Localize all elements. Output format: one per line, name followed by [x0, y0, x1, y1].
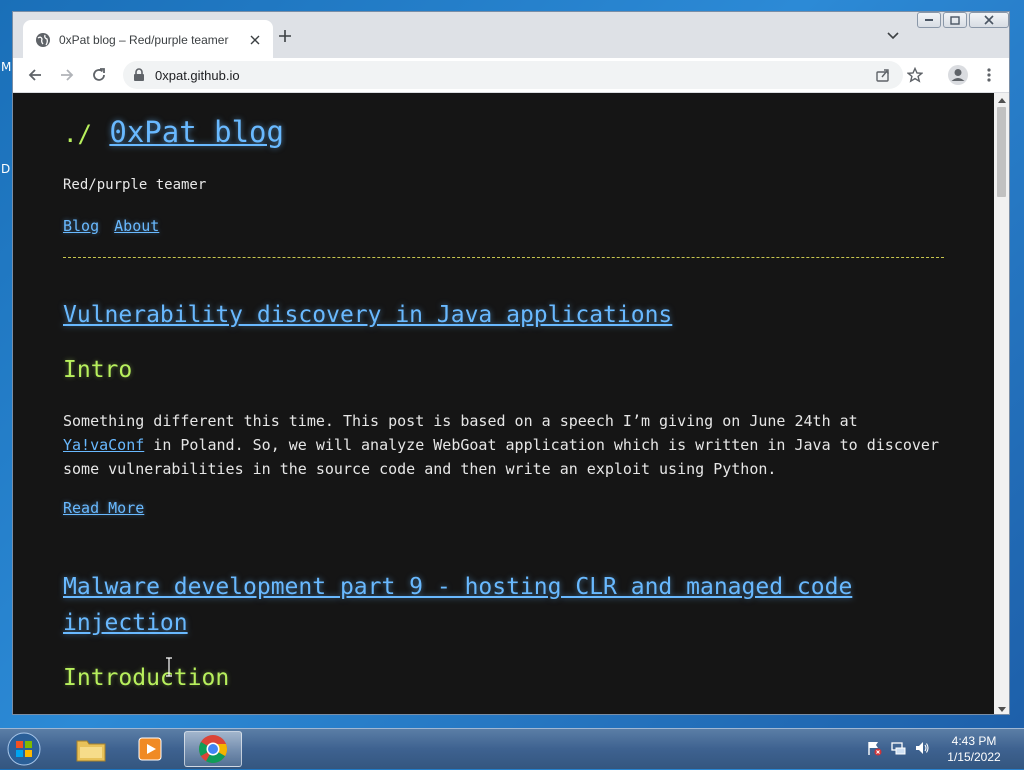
close-window-icon[interactable] [969, 12, 1009, 28]
system-clock[interactable]: 4:43 PM 1/15/2022 [936, 733, 1012, 765]
file-explorer-icon[interactable] [62, 731, 120, 767]
excerpt-text: in Poland. So, we will analyze WebGoat a… [63, 436, 939, 478]
share-icon[interactable] [875, 67, 891, 83]
post-heading: Introduction [63, 665, 230, 691]
scroll-down-arrow-icon[interactable] [994, 702, 1009, 714]
address-bar[interactable]: 0xpat.github.io [123, 61, 903, 89]
volume-icon[interactable] [914, 740, 930, 756]
page-viewport: ./ 0xPat blog Red/purple teamer Blog Abo… [13, 93, 994, 714]
taskbar: 4:43 PM 1/15/2022 [0, 728, 1024, 769]
network-icon[interactable] [890, 740, 906, 756]
maximize-icon[interactable] [943, 12, 967, 28]
clock-time: 4:43 PM [951, 734, 997, 748]
action-center-flag-icon[interactable] [866, 740, 882, 756]
reload-icon[interactable] [91, 67, 107, 83]
forward-arrow-icon[interactable] [59, 67, 75, 83]
chevron-down-icon[interactable] [885, 28, 901, 44]
lock-icon[interactable] [133, 68, 145, 82]
globe-icon [35, 32, 51, 48]
window-controls [915, 12, 1009, 28]
post-excerpt: Something different this time. This post… [63, 409, 944, 481]
bookmark-star-icon[interactable] [907, 67, 923, 83]
scroll-up-arrow-icon[interactable] [994, 93, 1009, 107]
media-player-icon[interactable] [122, 731, 180, 767]
site-header: ./ 0xPat blog [63, 115, 284, 149]
site-title-link[interactable]: 0xPat blog [109, 115, 284, 149]
chrome-taskbar-icon[interactable] [184, 731, 242, 767]
desktop-icon-label: D [1, 162, 11, 176]
site-nav: Blog About [63, 217, 165, 235]
post-heading: Intro [63, 357, 133, 383]
back-arrow-icon[interactable] [27, 67, 43, 83]
browser-window: 0xPat blog – Red/purple teamer 0xpat.git… [12, 11, 1010, 715]
tab-title: 0xPat blog – Red/purple teamer [59, 33, 229, 47]
clock-date: 1/15/2022 [947, 750, 1001, 764]
windows-start-icon[interactable] [4, 731, 44, 767]
new-tab-icon[interactable] [275, 26, 295, 46]
profile-avatar-icon[interactable] [947, 64, 969, 86]
site-tagline: Red/purple teamer [63, 177, 207, 193]
tab-0xpat-blog[interactable]: 0xPat blog – Red/purple teamer [23, 20, 273, 60]
menu-dots-icon[interactable] [981, 67, 997, 83]
tab-strip: 0xPat blog – Red/purple teamer [13, 12, 1009, 60]
vertical-scrollbar[interactable] [994, 93, 1009, 714]
read-more-link[interactable]: Read More [63, 499, 144, 517]
scrollbar-thumb[interactable] [997, 107, 1006, 197]
header-divider [63, 257, 944, 258]
browser-toolbar: 0xpat.github.io [13, 58, 1009, 93]
nav-link-about[interactable]: About [114, 217, 159, 235]
post-title-link[interactable]: Vulnerability discovery in Java applicat… [63, 297, 944, 333]
desktop-icon-label: M [1, 60, 12, 74]
text-cursor-icon [166, 657, 172, 677]
yavaconf-link[interactable]: Ya!vaConf [63, 436, 144, 454]
excerpt-text: Something different this time. This post… [63, 412, 858, 430]
post-title-link[interactable]: Malware development part 9 - hosting CLR… [63, 569, 944, 641]
close-tab-icon[interactable] [247, 32, 263, 48]
url-text: 0xpat.github.io [155, 67, 240, 83]
prompt-symbol: ./ [63, 120, 92, 148]
minimize-icon[interactable] [917, 12, 941, 28]
nav-link-blog[interactable]: Blog [63, 217, 99, 235]
